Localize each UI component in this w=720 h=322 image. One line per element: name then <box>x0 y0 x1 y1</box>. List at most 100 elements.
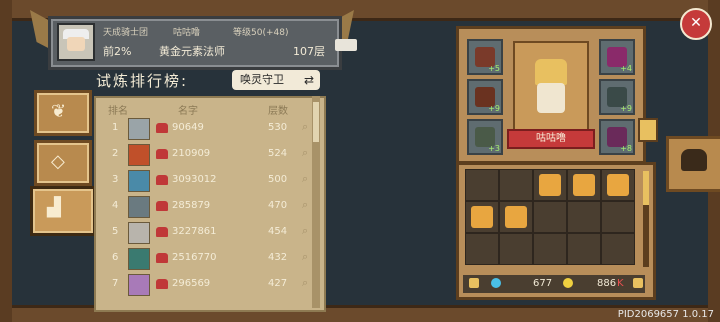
row-inspect-icon[interactable]: ⌕ <box>302 172 308 186</box>
header-rank: 排名 <box>108 106 128 117</box>
row-score: 296569 <box>172 278 211 289</box>
equipment-panel: +5 +9 +3 咕咕噜 +4 +9 +8 <box>456 26 646 164</box>
ranking-row[interactable]: 3 3093012 500 ⌕ <box>96 168 324 192</box>
gem-icon <box>491 278 501 288</box>
inventory-cell[interactable] <box>533 233 567 265</box>
row-inspect-icon[interactable]: ⌕ <box>302 198 308 212</box>
coin-suffix: K <box>617 278 624 289</box>
banner-row-info: 天成骑士团 咕咕噜 等级50(+48) <box>103 23 331 39</box>
row-avatar <box>128 196 150 218</box>
ranking-title: 试炼排行榜: <box>96 72 189 90</box>
ranking-row[interactable]: 5 3227861 454 ⌕ <box>96 220 324 244</box>
inventory-cell[interactable] <box>465 169 499 201</box>
sort-icon[interactable] <box>633 278 643 288</box>
player-banner: 天成骑士团 咕咕噜 等级50(+48) 前2% 黄金元素法师 107层 <box>48 16 357 70</box>
inventory-cell[interactable] <box>567 233 601 265</box>
ranking-row[interactable]: 4 285879 470 ⌕ <box>96 194 324 218</box>
close-button[interactable]: ✕ <box>680 8 712 40</box>
row-score: 2516770 <box>172 252 217 263</box>
guild-name: 天成骑士团 <box>103 28 149 38</box>
row-score: 210909 <box>172 148 211 159</box>
row-inspect-icon[interactable]: ⌕ <box>302 224 308 238</box>
version-label: PID2069657 1.0.17 <box>617 309 714 320</box>
podium-icon: ▟ <box>47 197 61 218</box>
player-name: 咕咕噜 <box>173 28 201 38</box>
gem-count: 677 <box>533 278 553 289</box>
inventory-cell[interactable] <box>601 201 635 233</box>
row-floor: 454 <box>268 226 288 237</box>
tab-leaf[interactable]: ❦ <box>34 90 92 136</box>
row-floor: 500 <box>268 174 288 185</box>
equip-slot-top-right[interactable]: +4 <box>599 39 635 75</box>
mode-select-button[interactable]: 唤灵守卫 ⇄ <box>232 70 320 90</box>
inventory-panel: 677 886 K <box>456 162 656 300</box>
inventory-cell[interactable] <box>601 233 635 265</box>
panel-toggle-button[interactable] <box>638 118 658 142</box>
diamond-icon: ◇ <box>51 151 65 172</box>
row-floor: 470 <box>268 200 288 211</box>
row-inspect-icon[interactable]: ⌕ <box>302 250 308 264</box>
inventory-scrollbar[interactable] <box>643 171 649 267</box>
currency-bar: 677 886 K <box>463 275 645 293</box>
wood-border-left <box>0 0 12 322</box>
row-helmet-icon <box>156 175 168 185</box>
row-inspect-icon[interactable]: ⌕ <box>302 276 308 290</box>
tab-diamond[interactable]: ◇ <box>34 140 92 186</box>
row-rank: 7 <box>112 278 119 289</box>
row-rank: 4 <box>112 200 119 211</box>
tab-podium[interactable]: ▟ <box>30 186 96 236</box>
player-class: 黄金元素法师 <box>159 45 225 58</box>
lock-icon[interactable] <box>469 278 479 288</box>
leaf-icon: ❦ <box>51 101 67 122</box>
player-floor: 107层 <box>293 45 325 58</box>
scroll-item-icon <box>471 206 493 228</box>
equip-slot-mid-left[interactable]: +9 <box>467 79 503 115</box>
coin-count: 886 <box>597 278 617 289</box>
inventory-cell[interactable] <box>533 201 567 233</box>
equip-slot-bottom-right[interactable]: +8 <box>599 119 635 155</box>
row-rank: 1 <box>112 122 119 133</box>
scroll-item-icon <box>573 174 595 196</box>
slot-level: +4 <box>620 64 632 73</box>
ranking-row[interactable]: 7 296569 427 ⌕ <box>96 272 324 296</box>
equip-slot-mid-right[interactable]: +9 <box>599 79 635 115</box>
row-score: 90649 <box>172 122 204 133</box>
ranking-scrollbar[interactable] <box>312 96 320 308</box>
banner-row-rank: 前2% 黄金元素法师 107层 <box>103 41 331 59</box>
inventory-cell[interactable] <box>465 233 499 265</box>
banner-badge-icon <box>335 39 357 51</box>
inventory-cell[interactable] <box>567 169 601 201</box>
row-inspect-icon[interactable]: ⌕ <box>302 146 308 160</box>
row-helmet-icon <box>156 253 168 263</box>
slot-level: +9 <box>488 104 500 113</box>
coin-icon <box>563 278 573 288</box>
ranking-list: 排名 名字 层数 1 90649 530 ⌕ 2 210909 524 ⌕ 3 3093012 50… <box>94 96 326 312</box>
ranking-row[interactable]: 6 2516770 432 ⌕ <box>96 246 324 270</box>
equip-slot-bottom-left[interactable]: +3 <box>467 119 503 155</box>
character-portrait <box>513 41 589 141</box>
ranking-row[interactable]: 2 210909 524 ⌕ <box>96 142 324 166</box>
inventory-cell[interactable] <box>601 169 635 201</box>
header-name: 名字 <box>178 106 198 117</box>
slot-level: +5 <box>488 64 500 73</box>
inventory-cell[interactable] <box>567 201 601 233</box>
row-score: 3227861 <box>172 226 217 237</box>
row-avatar <box>128 170 150 192</box>
slot-level: +8 <box>620 144 632 153</box>
inventory-cell[interactable] <box>465 201 499 233</box>
row-inspect-icon[interactable]: ⌕ <box>302 120 308 134</box>
helmet-tab[interactable] <box>666 136 720 192</box>
inventory-cell[interactable] <box>499 233 533 265</box>
scroll-item-icon <box>505 206 527 228</box>
inventory-cell[interactable] <box>533 169 567 201</box>
row-floor: 427 <box>268 278 288 289</box>
row-floor: 524 <box>268 148 288 159</box>
row-helmet-icon <box>156 123 168 133</box>
row-score: 3093012 <box>172 174 217 185</box>
inventory-cell[interactable] <box>499 169 533 201</box>
ranking-row[interactable]: 1 90649 530 ⌕ <box>96 116 324 140</box>
sync-icon: ⇄ <box>303 73 314 87</box>
equip-slot-top-left[interactable]: +5 <box>467 39 503 75</box>
inventory-cell[interactable] <box>499 201 533 233</box>
row-avatar <box>128 118 150 140</box>
